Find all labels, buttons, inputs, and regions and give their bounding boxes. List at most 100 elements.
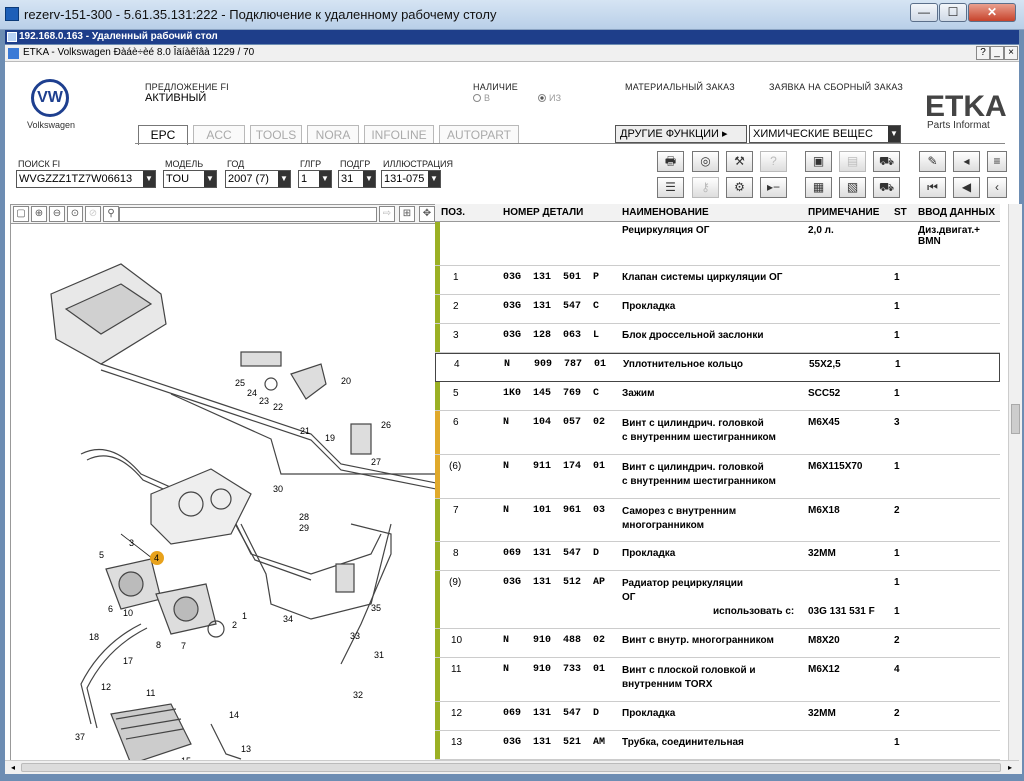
- callout-label[interactable]: 30: [273, 484, 283, 494]
- tab-tools[interactable]: TOOLS: [250, 125, 302, 144]
- table-row[interactable]: 3 03G 128 063 L Блок дроссельной заслонки 1: [435, 324, 1000, 353]
- table-row[interactable]: 12 069 131 547 D Прокладка 32MM 2: [435, 702, 1000, 731]
- callout-label[interactable]: 37: [75, 732, 85, 742]
- previous-page-icon[interactable]: ◀: [953, 177, 980, 198]
- callout-label[interactable]: 12: [101, 682, 111, 692]
- inner-close-button[interactable]: ×: [1004, 46, 1018, 60]
- search-icon[interactable]: ⚲: [103, 206, 119, 222]
- chevron-down-icon[interactable]: ▼: [204, 171, 216, 187]
- maximize-button[interactable]: ☐: [939, 3, 967, 22]
- zoom-reset-icon[interactable]: ⊘: [85, 206, 101, 222]
- bike-icon[interactable]: ⚙: [726, 177, 753, 198]
- chevron-down-icon[interactable]: ▼: [143, 171, 155, 187]
- callout-label[interactable]: 33: [350, 631, 360, 641]
- other-functions-button[interactable]: ДРУГИЕ ФУНКЦИИ ▸: [615, 125, 747, 143]
- chevron-down-icon[interactable]: ▼: [428, 171, 440, 187]
- play-minus-icon[interactable]: ▸−: [760, 177, 787, 198]
- callout-label[interactable]: 28: [299, 512, 309, 522]
- col-pos[interactable]: ПОЗ.: [441, 207, 465, 218]
- layout-icon[interactable]: ⊞: [399, 206, 415, 222]
- chevron-down-icon[interactable]: ▼: [363, 171, 375, 187]
- tab-acc[interactable]: ACC: [193, 125, 245, 144]
- callout-label[interactable]: 34: [283, 614, 293, 624]
- callout-label[interactable]: 29: [299, 523, 309, 533]
- elsa-icon[interactable]: ▣: [805, 151, 832, 172]
- inner-minimize-button[interactable]: _: [990, 46, 1004, 60]
- table-row[interactable]: 11 N 910 733 01 Винт с плоской головкой и …: [435, 658, 1000, 702]
- minimize-button[interactable]: —: [910, 3, 938, 22]
- help-query-icon[interactable]: ?: [760, 151, 787, 172]
- table-row[interactable]: 8 069 131 547 D Прокладка 32MM 1: [435, 542, 1000, 571]
- callout-label[interactable]: 11: [146, 688, 155, 698]
- use-with-part[interactable]: 03G 131 531 F: [808, 606, 875, 617]
- frame-icon[interactable]: ▢: [13, 206, 29, 222]
- callout-label[interactable]: 5: [99, 550, 104, 560]
- tab-infoline[interactable]: INFOLINE: [364, 125, 434, 144]
- callout-label[interactable]: 4: [154, 553, 159, 563]
- disc-icon[interactable]: ◎: [692, 151, 719, 172]
- help-button[interactable]: ?: [976, 46, 990, 60]
- expand-icon[interactable]: ✥: [419, 206, 435, 222]
- export-icon[interactable]: ⇨: [379, 206, 395, 222]
- sub-group-select[interactable]: 31 ▼: [338, 170, 376, 188]
- chevron-down-icon[interactable]: ▼: [888, 126, 900, 142]
- parts-illustration[interactable]: 4 1 2 3 5 6 7 8 9 10 11 12 13 14 15 16 1…: [10, 224, 442, 779]
- table-row-selected[interactable]: 4 N 909 787 01 Уплотнительное кольцо 55X2,5…: [435, 353, 1000, 382]
- chevron-down-icon[interactable]: ▼: [319, 171, 331, 187]
- first-page-icon[interactable]: ⏮: [919, 177, 946, 198]
- table-row[interactable]: (6) N 911 174 01 Винт с цилиндрич. головко…: [435, 455, 1000, 499]
- key-icon[interactable]: ⚷: [692, 177, 719, 198]
- assembly-order-link[interactable]: ЗАЯВКА НА СБОРНЫЙ ЗАКАЗ: [769, 82, 903, 92]
- callout-label[interactable]: 18: [89, 632, 99, 642]
- table-row[interactable]: 13 03G 131 521 AM Трубка, соединительная 1: [435, 731, 1000, 760]
- add-note-icon[interactable]: ▧: [839, 177, 866, 198]
- col-name[interactable]: НАИМЕНОВАНИЕ: [622, 207, 709, 218]
- callout-label[interactable]: 7: [181, 641, 186, 651]
- callout-label[interactable]: 2: [232, 620, 237, 630]
- callout-label[interactable]: 26: [381, 420, 391, 430]
- model-select[interactable]: TOU ▼: [163, 170, 217, 188]
- table-row[interactable]: (9) 03G 131 512 AP Радиатор рециркуляции О…: [435, 571, 1000, 629]
- print-icon[interactable]: 🖶: [657, 151, 684, 172]
- callout-label[interactable]: 27: [371, 457, 381, 467]
- horizontal-scrollbar[interactable]: ◂ ▸: [5, 760, 1019, 774]
- tab-nora[interactable]: NORA: [307, 125, 359, 144]
- callout-label[interactable]: 31: [374, 650, 384, 660]
- col-input[interactable]: ВВОД ДАННЫХ: [918, 207, 995, 218]
- col-part-number[interactable]: НОМЕР ДЕТАЛИ: [503, 207, 583, 218]
- callout-label[interactable]: 35: [371, 603, 381, 613]
- cart-icon[interactable]: ⛟: [873, 177, 900, 198]
- callout-label[interactable]: 8: [156, 640, 161, 650]
- availability-radio-in[interactable]: В: [473, 93, 490, 103]
- callout-label[interactable]: 32: [353, 690, 363, 700]
- depot-icon[interactable]: ▤: [839, 151, 866, 172]
- vertical-scrollbar[interactable]: [1008, 204, 1022, 774]
- table-row[interactable]: 2 03G 131 547 C Прокладка 1: [435, 295, 1000, 324]
- callout-label[interactable]: 17: [123, 656, 133, 666]
- col-note[interactable]: ПРИМЕЧАНИЕ: [808, 207, 879, 218]
- col-st[interactable]: ST: [894, 207, 907, 218]
- callout-label[interactable]: 14: [229, 710, 239, 720]
- year-select[interactable]: 2007 (7) ▼: [225, 170, 291, 188]
- callout-label[interactable]: 24: [247, 388, 257, 398]
- illustration-search-input[interactable]: [119, 207, 377, 222]
- callout-label[interactable]: 10: [123, 608, 133, 618]
- list-detail-icon[interactable]: ▦: [805, 177, 832, 198]
- material-order-link[interactable]: МАТЕРИАЛЬНЫЙ ЗАКАЗ: [625, 82, 735, 92]
- close-button[interactable]: ✕: [968, 3, 1016, 22]
- car-icon[interactable]: ⚒: [726, 151, 753, 172]
- zoom-fit-icon[interactable]: ⊙: [67, 206, 83, 222]
- zoom-in-icon[interactable]: ⊕: [31, 206, 47, 222]
- list-icon[interactable]: ≡: [987, 151, 1007, 172]
- table-row[interactable]: 5 1K0 145 769 C Зажим SCC52 1: [435, 382, 1000, 411]
- search-fi-select[interactable]: WVGZZZ1TZ7W06613 ▼: [16, 170, 156, 188]
- chemicals-select[interactable]: ХИМИЧЕСКИЕ ВЕЩЕС ▼: [749, 125, 901, 143]
- table-row[interactable]: 7 N 101 961 03 Саморез с внутренним многог…: [435, 499, 1000, 542]
- callout-label[interactable]: 25: [235, 378, 245, 388]
- callout-label[interactable]: 21: [300, 426, 310, 436]
- callout-label[interactable]: 19: [325, 433, 335, 443]
- table-row[interactable]: 6 N 104 057 02 Винт с цилиндрич. головкой …: [435, 411, 1000, 455]
- table-row[interactable]: 10 N 910 488 02 Винт с внутр. многогранник…: [435, 629, 1000, 658]
- tab-epc[interactable]: EPC: [138, 125, 188, 145]
- callout-label[interactable]: 22: [273, 402, 283, 412]
